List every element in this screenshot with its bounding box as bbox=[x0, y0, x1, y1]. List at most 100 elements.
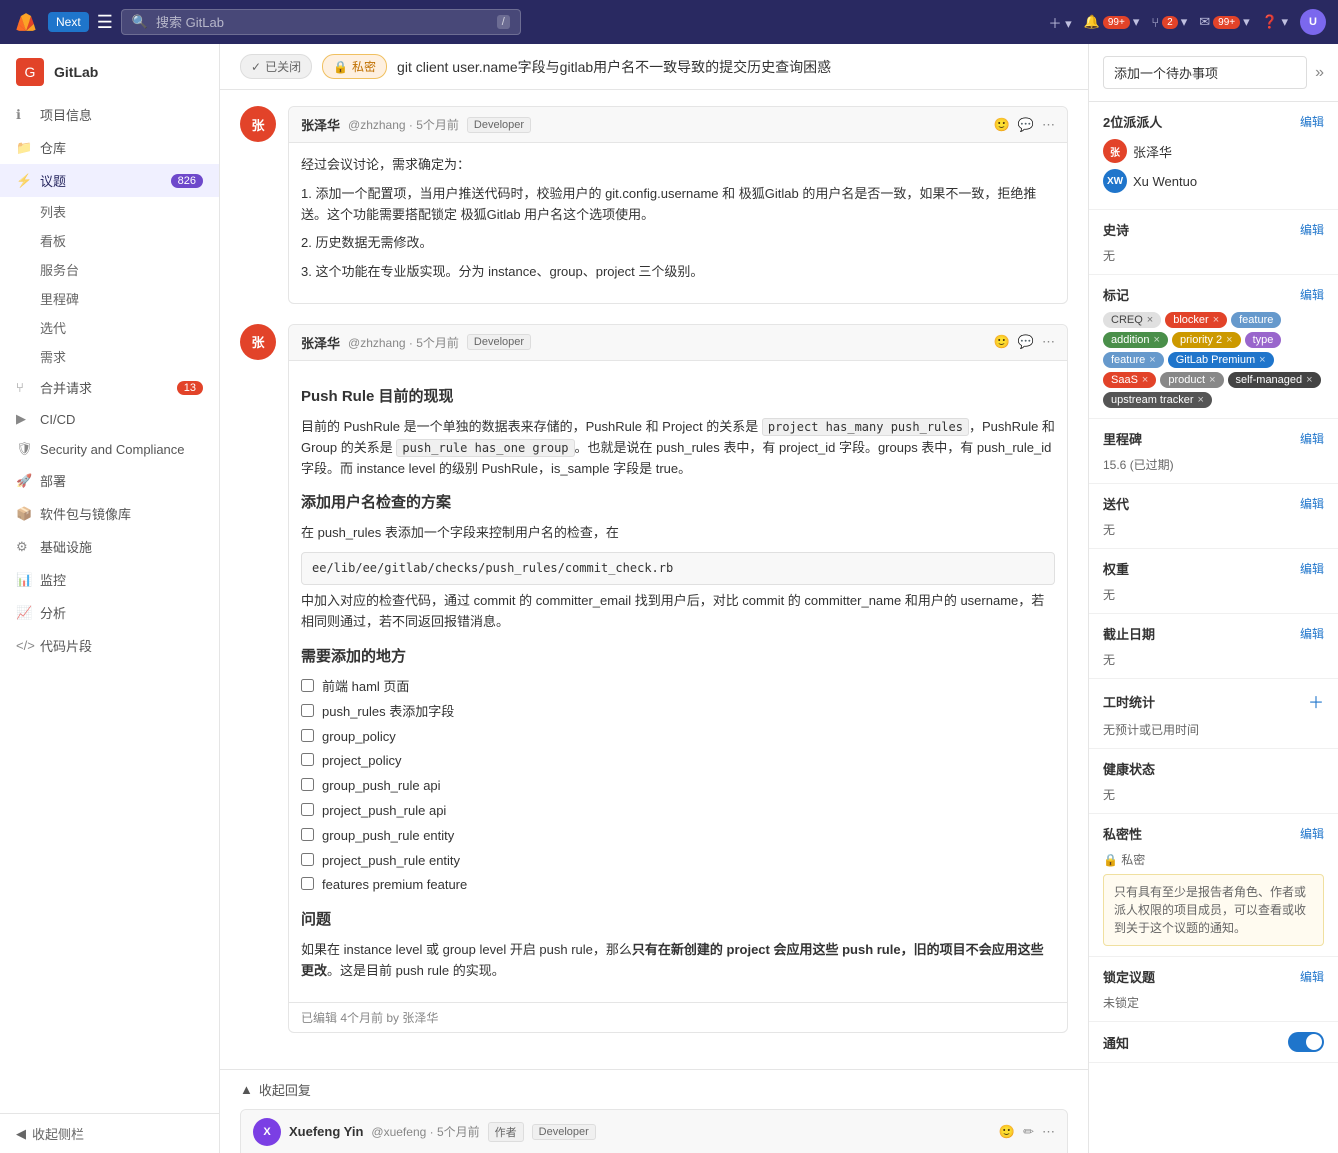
checkbox[interactable] bbox=[301, 853, 314, 866]
more-icon[interactable]: ⋯ bbox=[1042, 334, 1055, 350]
checkbox[interactable] bbox=[301, 704, 314, 717]
notification-icon-btn[interactable]: 🔔99+ ▾ bbox=[1084, 14, 1140, 30]
checkbox[interactable] bbox=[301, 828, 314, 841]
sidebar-item-label: 基础设施 bbox=[40, 537, 92, 556]
edit-milestone-link[interactable]: 编辑 bbox=[1300, 430, 1324, 447]
sidebar-item-issues-list[interactable]: 列表 bbox=[0, 197, 219, 226]
remove-label-btn[interactable]: × bbox=[1149, 354, 1155, 366]
monitor-icon: 📊 bbox=[16, 572, 32, 588]
edit-assignees-link[interactable]: 编辑 bbox=[1300, 113, 1324, 130]
section-header: 截止日期 编辑 bbox=[1103, 624, 1324, 643]
more-icon[interactable]: ⋯ bbox=[1042, 117, 1055, 133]
remove-label-btn[interactable]: × bbox=[1198, 394, 1204, 406]
notification-row: 通知 bbox=[1103, 1032, 1324, 1052]
privacy-note: 只有具有至少是报告者角色、作者或派人权限的项目成员，可以查看或收到关于这个议题的… bbox=[1103, 874, 1324, 946]
sidebar-item-packages[interactable]: 📦 软件包与镜像库 bbox=[0, 497, 219, 530]
add-time-button[interactable]: ＋ bbox=[1308, 689, 1324, 713]
checkbox[interactable] bbox=[301, 753, 314, 766]
comment-body: 张泽华 @zhzhang · 5个月前 Developer 🙂 💬 ⋯ Push… bbox=[288, 324, 1068, 1033]
hamburger-icon[interactable]: ☰ bbox=[97, 12, 113, 33]
checkbox[interactable] bbox=[301, 679, 314, 692]
weight-value: 无 bbox=[1103, 588, 1115, 602]
remove-label-btn[interactable]: × bbox=[1213, 314, 1219, 326]
sidebar-item-cicd[interactable]: ▶ CI/CD bbox=[0, 404, 219, 434]
remove-label-btn[interactable]: × bbox=[1259, 354, 1265, 366]
issue-header-bar: ✓ 已关闭 🔒 私密 git client user.name字段与gitlab… bbox=[220, 44, 1088, 90]
search-bar[interactable]: 🔍 / bbox=[121, 9, 521, 35]
comment-icon[interactable]: 💬 bbox=[1018, 334, 1034, 350]
sidebar-item-issues-service[interactable]: 服务台 bbox=[0, 255, 219, 284]
expand-icon[interactable]: » bbox=[1315, 64, 1324, 82]
closed-tag: ✓ 已关闭 bbox=[240, 54, 312, 79]
assignee-avatar: 张 bbox=[1103, 139, 1127, 163]
user-avatar[interactable]: U bbox=[1300, 9, 1326, 35]
collapse-reply-button[interactable]: ▲ 收起回复 bbox=[240, 1080, 311, 1099]
sidebar-item-issues-req[interactable]: 需求 bbox=[0, 342, 219, 371]
todo-icon-btn[interactable]: ✉ 99+ ▾ bbox=[1199, 14, 1249, 30]
next-button[interactable]: Next bbox=[48, 12, 89, 32]
edit-privacy-link[interactable]: 编辑 bbox=[1300, 825, 1324, 842]
sidebar-item-issues-iter[interactable]: 选代 bbox=[0, 313, 219, 342]
edit-icon[interactable]: ✏ bbox=[1023, 1124, 1034, 1140]
sidebar-item-issues-milestone[interactable]: 里程碑 bbox=[0, 284, 219, 313]
comment-author: Xuefeng Yin bbox=[289, 1124, 363, 1139]
edit-labels-link[interactable]: 编辑 bbox=[1300, 286, 1324, 303]
section-title: 私密性 bbox=[1103, 824, 1142, 843]
sidebar-item-repo[interactable]: 📁 仓库 bbox=[0, 131, 219, 164]
comment-time: @xuefeng · 5个月前 bbox=[371, 1123, 479, 1140]
remove-label-btn[interactable]: × bbox=[1306, 374, 1312, 386]
comment-header: 张泽华 @zhzhang · 5个月前 Developer 🙂 💬 ⋯ bbox=[289, 325, 1067, 361]
remove-label-btn[interactable]: × bbox=[1209, 374, 1215, 386]
remove-label-btn[interactable]: × bbox=[1226, 334, 1232, 346]
sidebar-item-label: CI/CD bbox=[40, 412, 75, 427]
edit-epic-link[interactable]: 编辑 bbox=[1300, 221, 1324, 238]
sidebar-item-merge-requests[interactable]: ⑂ 合并请求 13 bbox=[0, 371, 219, 404]
plus-icon-btn[interactable]: ＋ ▾ bbox=[1049, 13, 1072, 32]
help-icon-btn[interactable]: ❓ ▾ bbox=[1262, 14, 1288, 30]
checklist: 前端 haml 页面 push_rules 表添加字段 group_policy… bbox=[301, 677, 1055, 896]
deploy-icon: 🚀 bbox=[16, 473, 32, 489]
remove-label-btn[interactable]: × bbox=[1147, 314, 1153, 326]
health-value: 无 bbox=[1103, 788, 1115, 802]
sidebar-item-issues-board[interactable]: 看板 bbox=[0, 226, 219, 255]
sidebar-item-snippets[interactable]: </> 代码片段 bbox=[0, 629, 219, 662]
sidebar-item-monitor[interactable]: 📊 监控 bbox=[0, 563, 219, 596]
sidebar-item-security[interactable]: 🛡 Security and Compliance bbox=[0, 434, 219, 464]
remove-label-btn[interactable]: × bbox=[1142, 374, 1148, 386]
edit-duedate-link[interactable]: 编辑 bbox=[1300, 625, 1324, 642]
nested-comment: X Xuefeng Yin @xuefeng · 5个月前 作者 Develop… bbox=[240, 1109, 1068, 1153]
sidebar-nav: ℹ 项目信息 📁 仓库 ⚡ 议题 826 列表 看板 服务台 里程碑 选代 需求… bbox=[0, 94, 219, 1113]
issue-title: git client user.name字段与gitlab用户名不一致导致的提交… bbox=[397, 57, 831, 77]
merge-request-icon-btn[interactable]: ⑂ 2 ▾ bbox=[1151, 14, 1187, 30]
sidebar-item-deploy[interactable]: 🚀 部署 bbox=[0, 464, 219, 497]
section-title: 送代 bbox=[1103, 494, 1129, 513]
section-title: 标记 bbox=[1103, 285, 1129, 304]
emoji-icon[interactable]: 🙂 bbox=[999, 1124, 1015, 1140]
checkbox[interactable] bbox=[301, 877, 314, 890]
sidebar-collapse-btn[interactable]: ◀ 收起侧栏 bbox=[0, 1113, 219, 1153]
sidebar-item-project-info[interactable]: ℹ 项目信息 bbox=[0, 98, 219, 131]
sidebar-item-infra[interactable]: ⚙ 基础设施 bbox=[0, 530, 219, 563]
add-todo-button[interactable]: 添加一个待办事项 bbox=[1103, 56, 1307, 89]
sidebar-item-issues[interactable]: ⚡ 议题 826 bbox=[0, 164, 219, 197]
emoji-icon[interactable]: 🙂 bbox=[994, 117, 1010, 133]
merge-icon: ⑂ bbox=[16, 380, 32, 396]
emoji-icon[interactable]: 🙂 bbox=[994, 334, 1010, 350]
comment-icon[interactable]: 💬 bbox=[1018, 117, 1034, 133]
edit-iteration-link[interactable]: 编辑 bbox=[1300, 495, 1324, 512]
list-item: project_policy bbox=[301, 751, 1055, 772]
notification-toggle[interactable] bbox=[1288, 1032, 1324, 1052]
section-title: 通知 bbox=[1103, 1033, 1129, 1052]
edit-weight-link[interactable]: 编辑 bbox=[1300, 560, 1324, 577]
search-input[interactable] bbox=[156, 15, 489, 30]
checkbox[interactable] bbox=[301, 729, 314, 742]
edit-lock-link[interactable]: 编辑 bbox=[1300, 968, 1324, 985]
sidebar-item-analytics[interactable]: 📈 分析 bbox=[0, 596, 219, 629]
checkbox[interactable] bbox=[301, 778, 314, 791]
checkbox[interactable] bbox=[301, 803, 314, 816]
remove-label-btn[interactable]: × bbox=[1154, 334, 1160, 346]
assignees-section: 2位派派人 编辑 张 张泽华 XW Xu Wentuo bbox=[1089, 102, 1338, 210]
more-icon[interactable]: ⋯ bbox=[1042, 1124, 1055, 1140]
comment-author: 张泽华 bbox=[301, 115, 340, 134]
section-title: 添加用户名检查的方案 bbox=[301, 491, 1055, 515]
